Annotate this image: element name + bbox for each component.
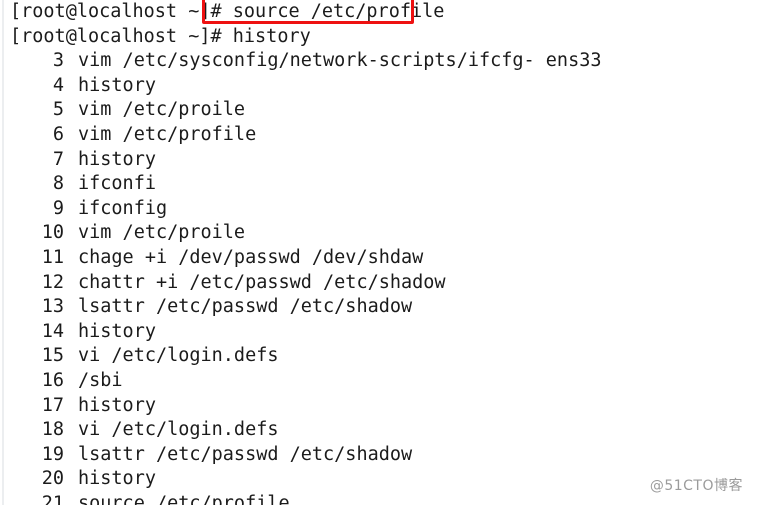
history-command: ifconfig: [78, 197, 168, 219]
history-command: ifconfi: [78, 173, 156, 195]
history-row: 11 chage +i /dev/passwd /dev/shdaw: [0, 246, 757, 271]
history-command: history: [78, 320, 156, 342]
history-command: vim /etc/sysconfig/network-scripts/ifcfg…: [78, 50, 602, 72]
history-index: 17: [41, 394, 64, 416]
command-source-profile: source /etc/profile: [222, 1, 445, 22]
history-row: 9 ifconfig: [0, 197, 757, 222]
history-index: 13: [41, 296, 64, 318]
watermark-label: @51CTO博客: [649, 478, 743, 494]
history-command: source /etc/profile: [78, 492, 290, 505]
history-row: 14 history: [0, 320, 757, 345]
terminal-output[interactable]: [root@localhost ~]# source /etc/profile …: [0, 0, 757, 505]
history-command: history: [78, 394, 156, 416]
history-index: 14: [41, 320, 64, 342]
history-index: 19: [41, 443, 64, 465]
history-index: 21: [41, 492, 64, 505]
prompt-line-history: [root@localhost ~]# history: [0, 25, 757, 50]
command-history: history: [222, 26, 311, 47]
history-index: 7: [52, 148, 64, 170]
history-index: 8: [52, 173, 64, 195]
shell-prompt: [root@localhost ~]#: [10, 25, 222, 47]
history-command: chattr +i /etc/passwd /etc/shadow: [78, 271, 446, 293]
history-row: 17 history: [0, 394, 757, 419]
history-command: lsattr /etc/passwd /etc/shadow: [78, 443, 413, 465]
history-row: 4 history: [0, 74, 757, 99]
history-index: 10: [41, 222, 64, 244]
history-row: 19 lsattr /etc/passwd /etc/shadow: [0, 443, 757, 468]
history-row: 5 vim /etc/proile: [0, 98, 757, 123]
history-command: history: [78, 74, 156, 96]
history-index: 11: [41, 246, 64, 268]
command-text: history: [232, 25, 311, 47]
history-index: 3: [52, 50, 64, 72]
history-row: 20 history: [0, 467, 757, 492]
history-index: 5: [52, 99, 64, 121]
history-row: 6 vim /etc/profile: [0, 123, 757, 148]
history-command: chage +i /dev/passwd /dev/shdaw: [78, 246, 424, 268]
history-row: 13 lsattr /etc/passwd /etc/shadow: [0, 295, 757, 320]
history-row: 12 chattr +i /etc/passwd /etc/shadow: [0, 271, 757, 296]
history-command: vi /etc/login.defs: [78, 345, 279, 367]
history-command: vim /etc/profile: [78, 123, 257, 145]
history-command: vim /etc/proile: [78, 222, 246, 244]
history-index: 6: [52, 123, 64, 145]
terminal-screenshot: [root@localhost ~]# source /etc/profile …: [0, 0, 757, 505]
history-index: 16: [41, 369, 64, 391]
shell-prompt: [root@localhost ~]#: [10, 1, 222, 22]
history-row: 8 ifconfi: [0, 172, 757, 197]
history-row: 18 vi /etc/login.defs: [0, 418, 757, 443]
history-command: vim /etc/proile: [78, 99, 246, 121]
history-index: 18: [41, 419, 64, 441]
history-row: 16/sbi: [0, 369, 757, 394]
history-command: history: [78, 148, 156, 170]
history-index: 4: [52, 74, 64, 96]
history-row: 7 history: [0, 148, 757, 173]
history-index: 12: [41, 271, 64, 293]
history-row: 15 vi /etc/login.defs: [0, 344, 757, 369]
history-command: history: [78, 468, 156, 490]
history-command: /sbi: [78, 369, 123, 391]
history-row: 10 vim /etc/proile: [0, 221, 757, 246]
history-index: 20: [41, 468, 64, 490]
history-command: vi /etc/login.defs: [78, 419, 279, 441]
prompt-line-source: [root@localhost ~]# source /etc/profile: [0, 0, 757, 25]
history-index: 9: [52, 197, 64, 219]
command-text: source /etc/profile: [232, 1, 445, 22]
history-row: 3 vim /etc/sysconfig/network-scripts/ifcf…: [0, 49, 757, 74]
history-row: 21 source /etc/profile: [0, 492, 757, 505]
history-command: lsattr /etc/passwd /etc/shadow: [78, 296, 413, 318]
history-index: 15: [41, 345, 64, 367]
